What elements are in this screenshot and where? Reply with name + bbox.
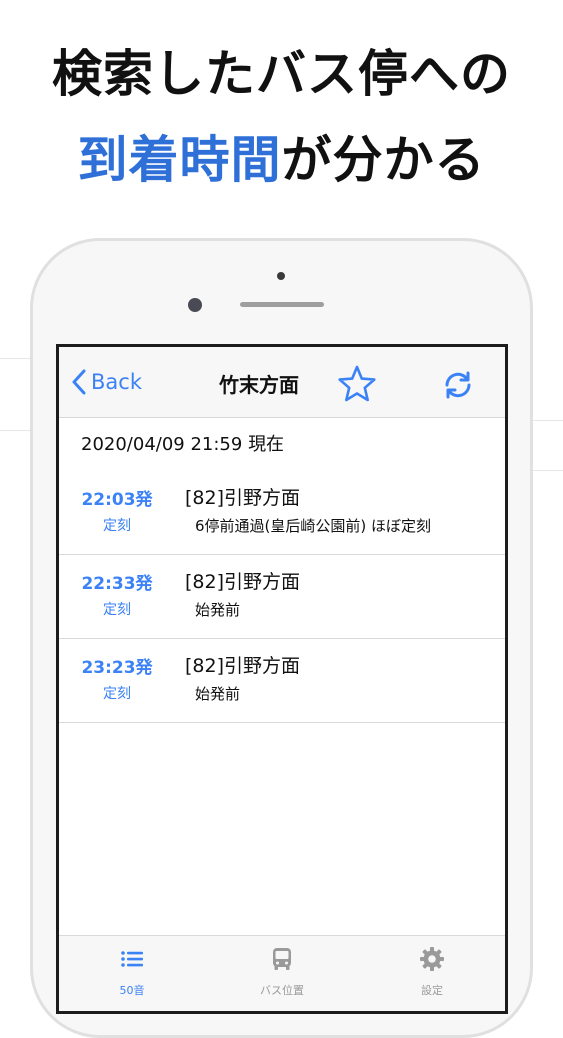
tab-label: 50音 — [119, 984, 145, 997]
headline-highlight: 到着時間 — [77, 131, 282, 189]
tab-label: 設定 — [421, 984, 443, 997]
headline-line-2: 到着時間が分かる — [0, 130, 563, 190]
bus-location-detail: 始発前 — [195, 685, 241, 703]
route-name: [82]引野方面 — [185, 571, 301, 593]
tab-label: バス位置 — [260, 984, 304, 997]
departure-time: 22:33発 — [81, 574, 153, 594]
bus-location-detail: 始発前 — [195, 601, 241, 619]
refresh-icon[interactable] — [441, 370, 475, 400]
tab-bar: 50音 バス位置 設定 — [59, 935, 505, 1011]
page-title: 竹末方面 — [219, 373, 299, 397]
chevron-left-icon — [72, 369, 86, 395]
tab-bus-position[interactable]: バス位置 — [232, 946, 332, 998]
tab-settings[interactable]: 設定 — [382, 946, 482, 998]
background-line — [533, 420, 563, 421]
background-line — [0, 430, 30, 431]
departure-time: 22:03発 — [81, 490, 153, 510]
departure-row[interactable]: 22:03発 定刻 [82]引野方面 6停前通過(皇后崎公園前) ほぼ定刻 — [59, 471, 505, 555]
departure-time: 23:23発 — [81, 658, 153, 678]
departure-status: 定刻 — [103, 602, 131, 618]
background-line — [533, 470, 563, 471]
departure-row[interactable]: 23:23発 定刻 [82]引野方面 始発前 — [59, 639, 505, 723]
bus-icon — [273, 948, 291, 970]
tab-50on[interactable]: 50音 — [82, 946, 182, 998]
departure-status: 定刻 — [103, 518, 131, 534]
gear-icon — [420, 947, 444, 971]
route-name: [82]引野方面 — [185, 655, 301, 677]
earpiece-speaker — [240, 302, 324, 307]
list-icon — [121, 951, 143, 967]
current-time-label: 2020/04/09 21:59 現在 — [81, 434, 285, 455]
phone-screen: Back 竹末方面 2020/04/09 21:59 現在 22:03発 定刻 … — [56, 344, 508, 1014]
departure-status: 定刻 — [103, 686, 131, 702]
front-sensor — [277, 272, 285, 280]
departure-row[interactable]: 22:33発 定刻 [82]引野方面 始発前 — [59, 555, 505, 639]
back-button[interactable]: Back — [71, 367, 142, 397]
route-name: [82]引野方面 — [185, 487, 301, 509]
favorite-star-icon[interactable] — [337, 364, 377, 404]
headline-rest: が分かる — [281, 131, 486, 189]
back-label: Back — [91, 370, 142, 394]
bus-location-detail: 6停前通過(皇后崎公園前) ほぼ定刻 — [195, 517, 432, 535]
front-camera — [188, 298, 202, 312]
background-line — [0, 358, 30, 359]
headline-line-1: 検索したバス停への — [52, 45, 511, 103]
navigation-bar: Back 竹末方面 — [59, 347, 505, 418]
